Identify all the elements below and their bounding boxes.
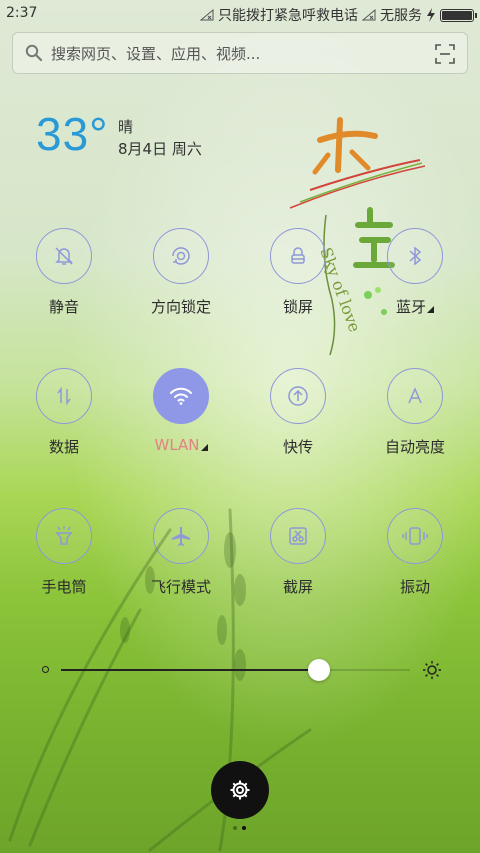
wifi-icon: [170, 387, 192, 405]
temperature-text: 33°: [36, 108, 109, 160]
toggle-mobile-data[interactable]: 数据: [9, 368, 119, 457]
toggle-quick-transfer-label: 快传: [282, 438, 313, 456]
toggle-rotation-lock[interactable]: 方向锁定: [126, 228, 236, 317]
toggle-bluetooth-circle[interactable]: [387, 228, 443, 284]
toggle-bluetooth-label-row: 蓝牙: [360, 296, 470, 317]
rotation-lock-icon: [172, 247, 190, 265]
toggle-auto-brightness-label: 自动亮度: [384, 438, 445, 456]
toggle-wlan-circle[interactable]: [153, 368, 209, 424]
date-text: 8月4日 周六: [118, 140, 202, 158]
toggle-quick-transfer-circle[interactable]: [270, 368, 326, 424]
status-time: 2:37: [6, 5, 38, 21]
toggle-rotation-lock-circle[interactable]: [153, 228, 209, 284]
search-placeholder: 搜索网页、设置、应用、视频...: [51, 44, 261, 63]
weather-condition: 晴: [118, 118, 134, 136]
carrier-text: 无服务: [380, 8, 422, 24]
no-signal-icon-2: [362, 9, 376, 21]
wlan-menu-indicator-icon[interactable]: [200, 444, 208, 451]
settings-button[interactable]: [211, 761, 269, 819]
toggle-mute-label: 静音: [48, 298, 79, 316]
mobile-data-icon: [57, 386, 71, 406]
status-right: 只能拨打紧急呼救电话 无服务: [200, 5, 477, 25]
toggle-bluetooth[interactable]: 蓝牙: [360, 228, 470, 317]
bell-off-icon: [55, 247, 73, 265]
toggle-mobile-data-label: 数据: [48, 438, 79, 456]
emergency-only-text: 只能拨打紧急呼救电话: [218, 8, 358, 24]
page-dot-1: [233, 826, 237, 830]
bluetooth-icon: [409, 246, 422, 266]
toggle-mute[interactable]: 静音: [9, 228, 119, 317]
quick-transfer-icon: [288, 386, 308, 406]
brightness-track[interactable]: [61, 659, 410, 681]
brightness-thumb[interactable]: [308, 659, 331, 681]
brightness-progress: [61, 669, 320, 671]
toggle-lock-screen-circle[interactable]: [270, 228, 326, 284]
toggle-rotation-lock-label: 方向锁定: [150, 298, 211, 316]
auto-brightness-icon: [408, 387, 422, 404]
charging-icon: [427, 8, 435, 22]
brightness-high-icon: [423, 661, 441, 679]
gear-icon: [230, 780, 250, 800]
toggle-wlan-label-row: WLAN: [126, 436, 236, 454]
page-dot-2: [242, 826, 246, 830]
toggle-lock-screen[interactable]: 锁屏: [243, 228, 353, 317]
search-bar[interactable]: 搜索网页、设置、应用、视频...: [12, 32, 468, 74]
toggle-lock-screen-label: 锁屏: [282, 298, 313, 316]
status-bar: 2:37 只能拨打紧急呼救电话 无服务: [0, 0, 480, 28]
page-indicator: [233, 826, 246, 830]
no-signal-icon: [200, 9, 214, 21]
toggle-auto-brightness[interactable]: 自动亮度: [360, 368, 470, 457]
search-icon: [25, 44, 43, 62]
toggle-wlan-label: WLAN: [154, 436, 200, 454]
scan-icon[interactable]: [435, 44, 455, 64]
brightness-low-icon: [42, 666, 49, 673]
toggle-mute-circle[interactable]: [36, 228, 92, 284]
toggle-quick-transfer[interactable]: 快传: [243, 368, 353, 457]
toggle-wlan[interactable]: WLAN: [126, 368, 236, 454]
toggle-bluetooth-label: 蓝牙: [395, 298, 426, 316]
brightness-slider[interactable]: [42, 658, 442, 682]
lock-icon: [291, 247, 305, 264]
bluetooth-menu-indicator-icon[interactable]: [427, 306, 434, 313]
toggle-mobile-data-circle[interactable]: [36, 368, 92, 424]
battery-icon: [440, 8, 477, 22]
toggle-auto-brightness-circle[interactable]: [387, 368, 443, 424]
